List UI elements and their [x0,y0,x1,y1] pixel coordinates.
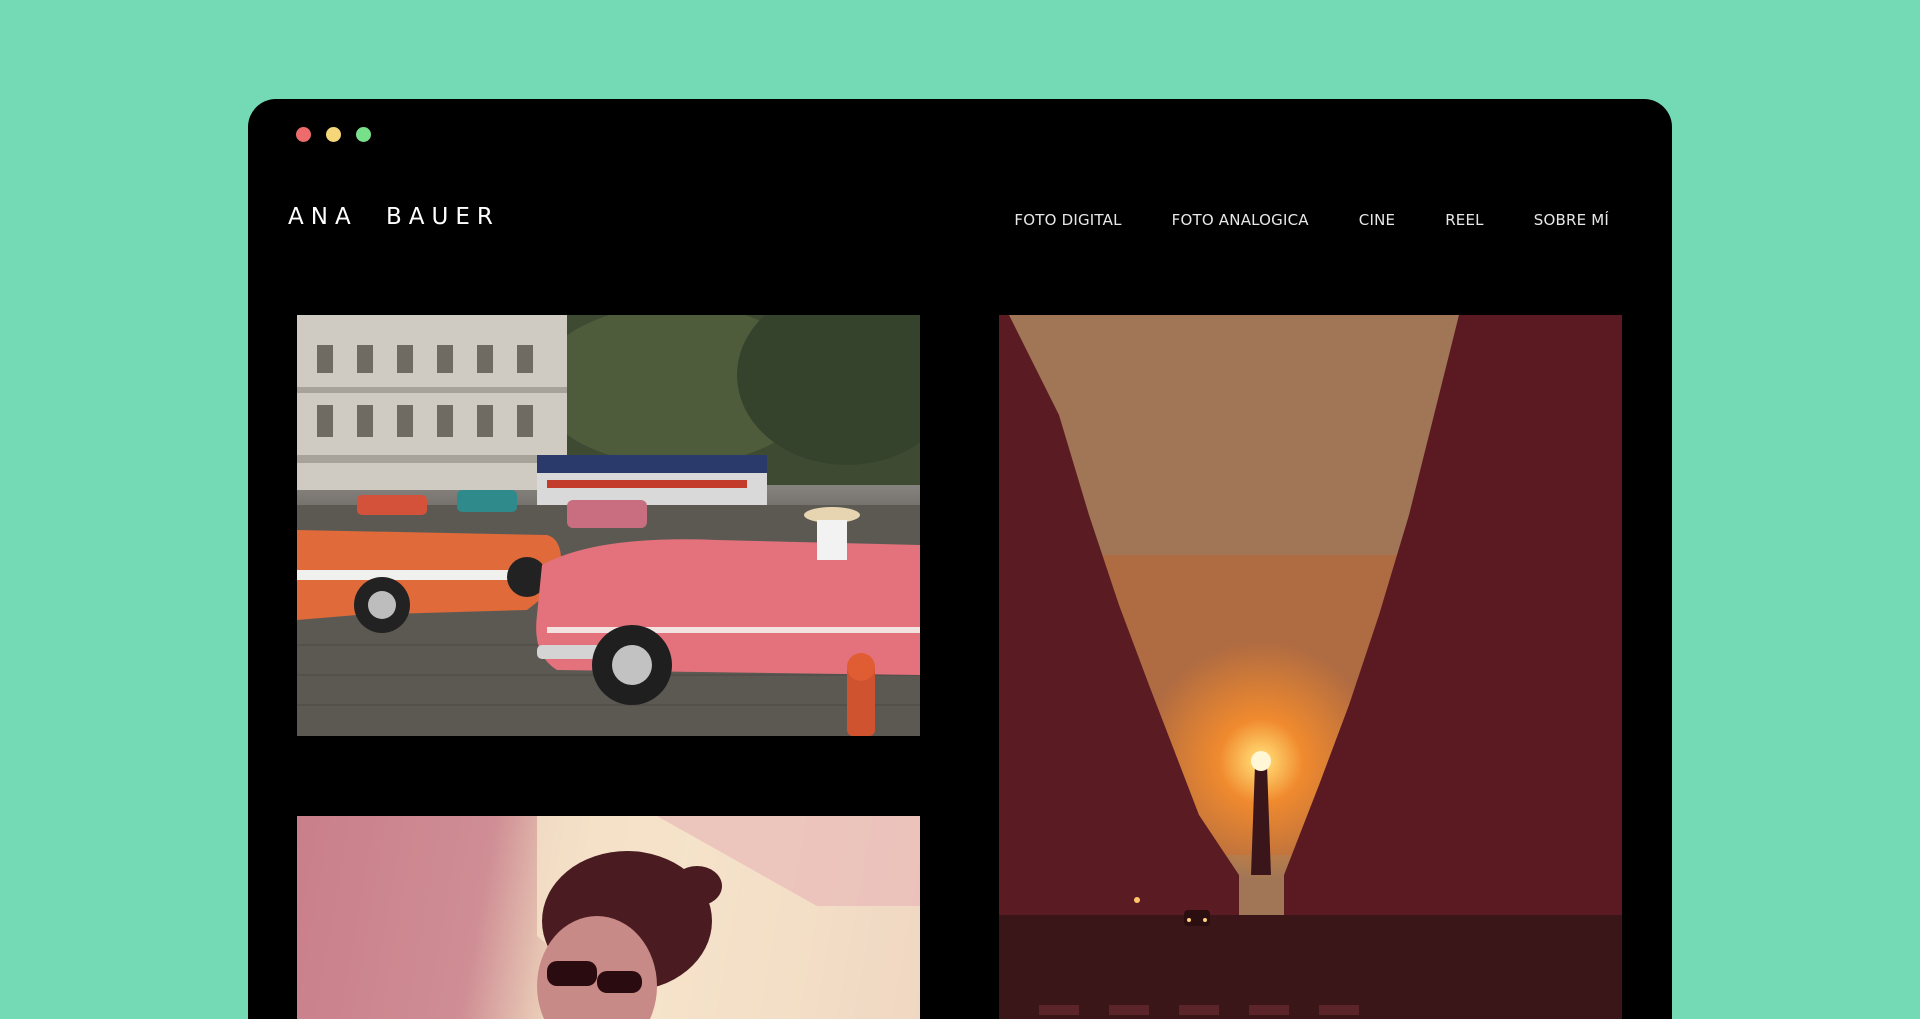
close-window-button[interactable] [296,127,311,142]
nav-item-cine[interactable]: CINE [1359,211,1395,229]
classic-cars-image [297,315,920,736]
nav-item-sobre-mi[interactable]: SOBRE MÍ [1534,211,1609,229]
minimize-window-button[interactable] [326,127,341,142]
nav-item-reel[interactable]: REEL [1445,211,1484,229]
nav-item-foto-analogica[interactable]: FOTO ANALOGICA [1172,211,1309,229]
portrait-image [537,816,920,1019]
maximize-window-button[interactable] [356,127,371,142]
site-logo[interactable]: ANA BAUER [288,204,500,230]
window-controls [296,127,371,142]
nav-item-foto-digital[interactable]: FOTO DIGITAL [1014,211,1121,229]
gallery-photo-portrait[interactable] [297,816,920,1019]
sunset-street-image [999,315,1622,1019]
gallery-photo-classic-cars[interactable] [297,315,920,736]
gallery-photo-sunset-street[interactable] [999,315,1622,1019]
main-nav: FOTO DIGITAL FOTO ANALOGICA CINE REEL SO… [1014,211,1609,229]
browser-window: ANA BAUER FOTO DIGITAL FOTO ANALOGICA CI… [248,99,1672,1019]
